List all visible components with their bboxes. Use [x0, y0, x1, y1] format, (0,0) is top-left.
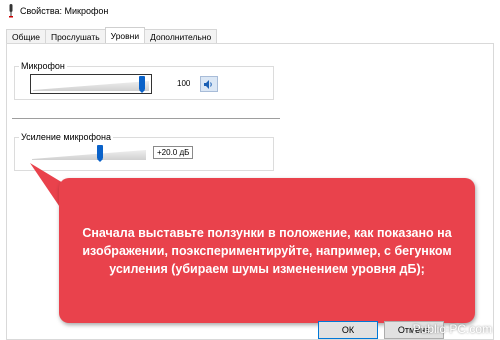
speaker-icon: [204, 79, 212, 89]
microphone-slider-track: [33, 81, 149, 91]
ok-button[interactable]: ОК: [318, 321, 378, 339]
title-bar: Свойства: Микрофон: [0, 0, 500, 22]
boost-label: Усиление микрофона: [19, 132, 113, 142]
boost-value: +20.0 дБ: [153, 146, 194, 159]
microphone-value: 100: [177, 79, 191, 88]
callout-text: Сначала выставьте ползунки в положение, …: [82, 225, 452, 276]
tab-general[interactable]: Общие: [6, 29, 46, 44]
watermark: Public-PC.com: [412, 322, 492, 336]
callout-box: Сначала выставьте ползунки в положение, …: [59, 178, 475, 323]
tab-levels[interactable]: Уровни: [104, 27, 146, 44]
separator: [12, 118, 280, 119]
tab-bar: Общие Прослушать Уровни Дополнительно: [6, 27, 218, 44]
microphone-icon: [7, 4, 15, 18]
microphone-slider-thumb[interactable]: [139, 76, 145, 93]
tab-advanced[interactable]: Дополнительно: [144, 29, 218, 44]
boost-slider[interactable]: [30, 144, 148, 164]
microphone-label: Микрофон: [19, 61, 67, 71]
mute-button[interactable]: [200, 76, 218, 92]
window-title: Свойства: Микрофон: [20, 6, 109, 16]
boost-slider-thumb[interactable]: [97, 145, 103, 162]
boost-slider-track: [32, 150, 146, 160]
microphone-slider[interactable]: [30, 74, 152, 94]
tab-listen[interactable]: Прослушать: [44, 29, 106, 44]
